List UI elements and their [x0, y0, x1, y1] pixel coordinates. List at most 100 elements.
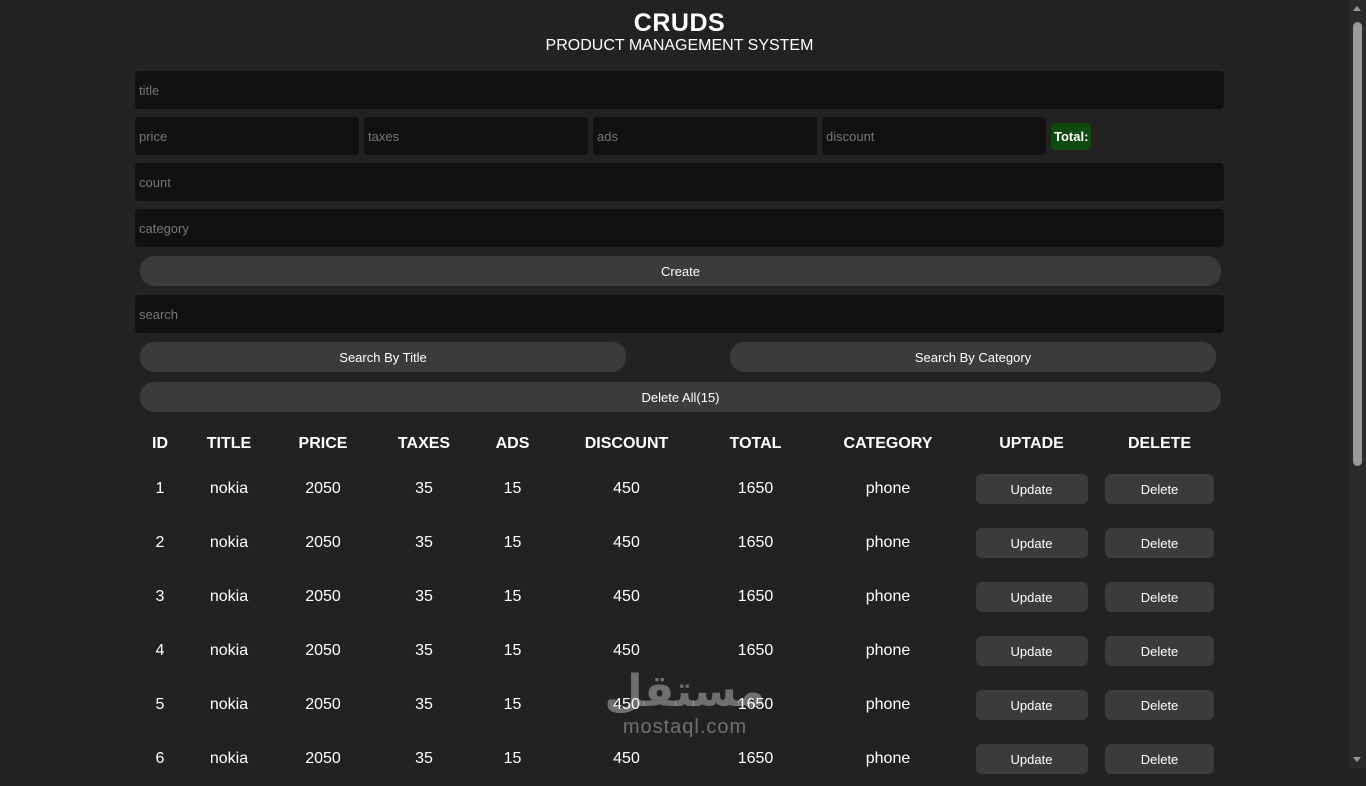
header-delete: DELETE — [1127, 435, 1192, 452]
cell-update: Update — [968, 570, 1095, 624]
cell-delete: Delete — [1095, 570, 1224, 624]
header-total: TOTAL — [729, 435, 782, 452]
cell-id: 6 — [155, 750, 165, 767]
delete-button[interactable]: Delete — [1105, 744, 1214, 774]
table-row: 5 nokia 2050 35 15 450 1650 phone Update… — [135, 678, 1224, 732]
table-body: 1 nokia 2050 35 15 450 1650 phone Update… — [135, 462, 1224, 786]
update-button[interactable]: Update — [975, 636, 1088, 666]
cell-discount: 450 — [613, 750, 640, 767]
cell-category: phone — [865, 696, 911, 713]
search-by-category-button[interactable]: Search By Category — [730, 342, 1216, 372]
cell-ads: 15 — [503, 696, 522, 713]
discount-input[interactable] — [822, 117, 1046, 155]
delete-button[interactable]: Delete — [1105, 528, 1214, 558]
cell-delete: Delete — [1095, 624, 1224, 678]
header-ads: ADS — [495, 435, 530, 452]
cell-price: 2050 — [305, 696, 341, 713]
page-header: CRUDS PRODUCT MANAGEMENT SYSTEM — [135, 0, 1224, 56]
cell-title: nokia — [209, 642, 249, 659]
cell-id: 4 — [155, 642, 165, 659]
cell-category: phone — [865, 534, 911, 551]
search-input[interactable] — [135, 295, 1224, 333]
cell-total: 1650 — [737, 696, 774, 713]
header-title: TITLE — [206, 435, 252, 452]
delete-button[interactable]: Delete — [1105, 582, 1214, 612]
create-button[interactable]: Create — [140, 256, 1221, 286]
cell-total: 1650 — [737, 480, 774, 497]
table-row: 4 nokia 2050 35 15 450 1650 phone Update… — [135, 624, 1224, 678]
cell-price: 2050 — [305, 642, 341, 659]
cell-discount: 450 — [613, 480, 640, 497]
cell-price: 2050 — [305, 588, 341, 605]
header-category: CATEGORY — [843, 435, 933, 452]
table-row: 1 nokia 2050 35 15 450 1650 phone Update… — [135, 462, 1224, 516]
header-price: PRICE — [298, 435, 348, 452]
delete-button[interactable]: Delete — [1105, 690, 1214, 720]
search-by-title-button[interactable]: Search By Title — [140, 342, 626, 372]
cell-title: nokia — [209, 588, 249, 605]
table-row: 2 nokia 2050 35 15 450 1650 phone Update… — [135, 516, 1224, 570]
cell-title: nokia — [209, 480, 249, 497]
update-button[interactable]: Update — [975, 690, 1088, 720]
app-subtitle: PRODUCT MANAGEMENT SYSTEM — [545, 37, 814, 54]
header-update: UPTADE — [999, 435, 1064, 452]
cell-discount: 450 — [613, 534, 640, 551]
cell-taxes: 35 — [415, 480, 433, 497]
cell-ads: 15 — [503, 534, 522, 551]
cell-price: 2050 — [305, 750, 341, 767]
price-input[interactable] — [135, 117, 359, 155]
cell-id: 3 — [155, 588, 165, 605]
cell-total: 1650 — [737, 642, 774, 659]
cell-update: Update — [968, 624, 1095, 678]
header-discount: DISCOUNT — [584, 435, 669, 452]
cell-discount: 450 — [613, 696, 640, 713]
cell-update: Update — [968, 516, 1095, 570]
cell-category: phone — [865, 642, 911, 659]
cell-update: Update — [968, 732, 1095, 786]
title-input[interactable] — [135, 71, 1224, 109]
price-row: Total: — [135, 117, 1224, 155]
table-row: 6 nokia 2050 35 15 450 1650 phone Update… — [135, 732, 1224, 786]
cell-discount: 450 — [613, 588, 640, 605]
cell-ads: 15 — [503, 480, 522, 497]
update-button[interactable]: Update — [975, 528, 1088, 558]
delete-button[interactable]: Delete — [1105, 474, 1214, 504]
cell-category: phone — [865, 750, 911, 767]
cell-category: phone — [865, 588, 911, 605]
table-row: 3 nokia 2050 35 15 450 1650 phone Update… — [135, 570, 1224, 624]
cell-taxes: 35 — [415, 588, 433, 605]
cell-total: 1650 — [737, 750, 774, 767]
taxes-input[interactable] — [364, 117, 588, 155]
cell-ads: 15 — [503, 588, 522, 605]
cell-title: nokia — [209, 696, 249, 713]
cell-id: 2 — [155, 534, 165, 551]
cell-delete: Delete — [1095, 516, 1224, 570]
cell-title: nokia — [209, 750, 249, 767]
cell-id: 1 — [155, 480, 165, 497]
cell-delete: Delete — [1095, 678, 1224, 732]
count-input[interactable] — [135, 163, 1224, 201]
category-input[interactable] — [135, 209, 1224, 247]
cell-update: Update — [968, 462, 1095, 516]
scrollbar-thumb[interactable] — [1353, 22, 1362, 466]
cell-category: phone — [865, 480, 911, 497]
delete-button[interactable]: Delete — [1105, 636, 1214, 666]
scroll-down-arrow-icon[interactable] — [1353, 757, 1361, 762]
ads-input[interactable] — [593, 117, 817, 155]
cell-taxes: 35 — [415, 750, 433, 767]
app-title: CRUDS — [633, 9, 726, 37]
vertical-scrollbar[interactable] — [1349, 0, 1366, 768]
cell-price: 2050 — [305, 534, 341, 551]
scroll-up-arrow-icon[interactable] — [1353, 6, 1361, 11]
cell-ads: 15 — [503, 750, 522, 767]
cell-taxes: 35 — [415, 534, 433, 551]
update-button[interactable]: Update — [975, 744, 1088, 774]
delete-all-button[interactable]: Delete All(15) — [140, 382, 1221, 412]
crud-app: CRUDS PRODUCT MANAGEMENT SYSTEM Total: C… — [135, 0, 1224, 786]
table-header-row: ID TITLE PRICE TAXES ADS DISCOUNT TOTAL … — [135, 426, 1224, 462]
cell-price: 2050 — [305, 480, 341, 497]
update-button[interactable]: Update — [975, 582, 1088, 612]
cell-delete: Delete — [1095, 462, 1224, 516]
cell-id: 5 — [155, 696, 165, 713]
update-button[interactable]: Update — [975, 474, 1088, 504]
